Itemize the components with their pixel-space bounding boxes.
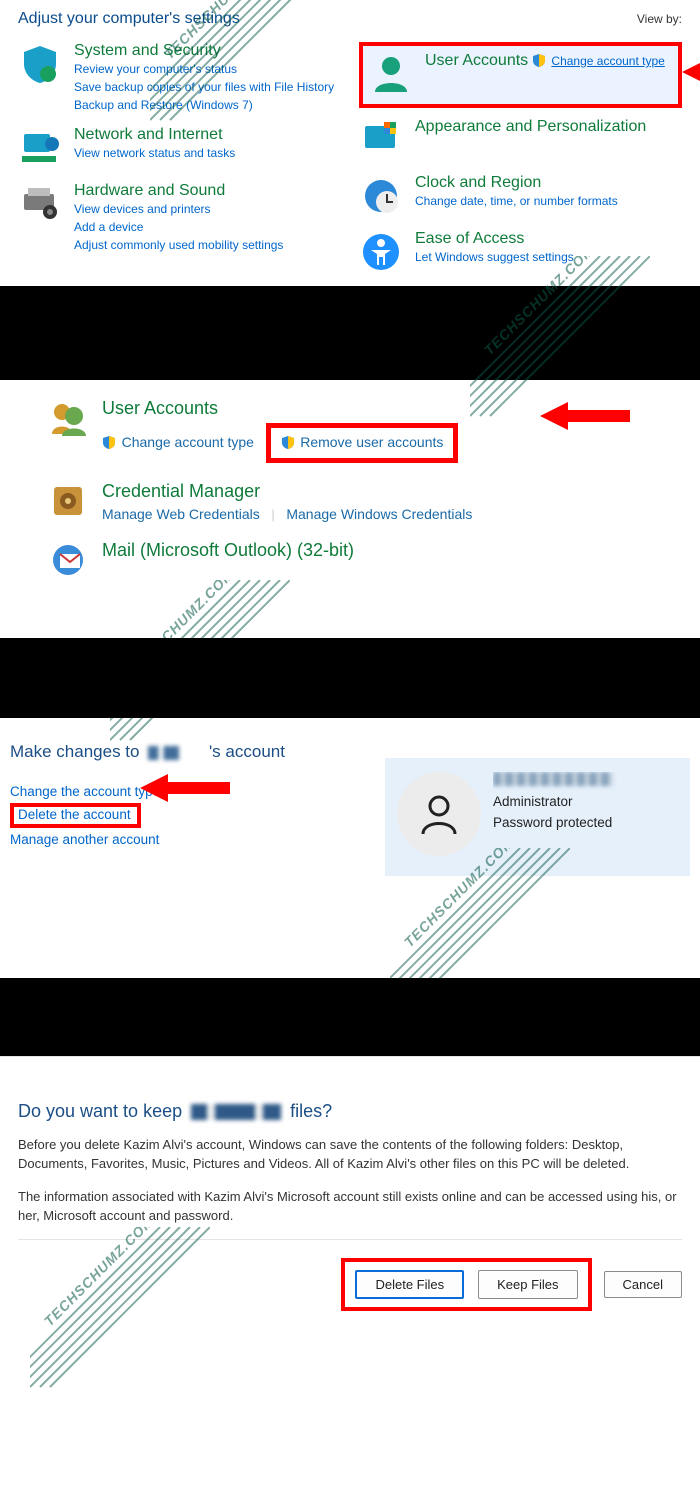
item-user-accounts: User Accounts Change account type Remove… xyxy=(48,398,682,463)
clock-icon xyxy=(359,174,403,218)
heading-prefix: Make changes to xyxy=(10,742,139,761)
mail-icon xyxy=(48,540,88,580)
network-icon xyxy=(18,126,62,170)
uac-shield-icon xyxy=(281,435,295,452)
account-role: Administrator xyxy=(493,794,573,809)
keep-files-button[interactable]: Keep Files xyxy=(478,1270,577,1299)
separator-bar xyxy=(0,286,700,380)
shield-icon xyxy=(18,42,62,86)
category-appearance: Appearance and Personalization xyxy=(359,118,682,162)
category-sublink[interactable]: Add a device xyxy=(74,218,341,236)
heading-prefix: Do you want to keep xyxy=(18,1101,182,1121)
appearance-icon xyxy=(359,118,403,162)
users-icon xyxy=(48,398,88,438)
item-title[interactable]: User Accounts xyxy=(102,398,218,418)
divider: | xyxy=(271,507,274,522)
link-remove-user-accounts[interactable]: Remove user accounts xyxy=(300,434,443,450)
category-title[interactable]: Appearance and Personalization xyxy=(415,118,646,135)
highlight-delete-account: Delete the account xyxy=(10,803,141,828)
heading-suffix: files? xyxy=(290,1101,332,1121)
highlight-remove-user-accounts: Remove user accounts xyxy=(266,423,459,463)
page-heading: Adjust your computer's settings xyxy=(18,10,240,28)
category-sublink[interactable]: Adjust commonly used mobility settings xyxy=(74,236,341,254)
link-change-account-type[interactable]: Change account type xyxy=(122,434,254,450)
category-sublink[interactable]: Let Windows suggest settings xyxy=(415,248,682,266)
category-sublink[interactable]: Change date, time, or number formats xyxy=(415,192,682,210)
category-system-security: System and Security Review your computer… xyxy=(18,42,341,114)
highlight-file-buttons: Delete Files Keep Files xyxy=(341,1258,591,1311)
item-mail: Mail (Microsoft Outlook) (32-bit) xyxy=(48,540,682,580)
item-title[interactable]: Mail (Microsoft Outlook) (32-bit) xyxy=(102,540,354,560)
link-manage-web-credentials[interactable]: Manage Web Credentials xyxy=(102,506,260,522)
keep-files-dialog: Do you want to keep files? Before you de… xyxy=(0,1056,700,1341)
category-title[interactable]: Ease of Access xyxy=(415,230,524,247)
category-title[interactable]: Hardware and Sound xyxy=(74,182,225,199)
delete-files-button[interactable]: Delete Files xyxy=(355,1270,464,1299)
category-sublink[interactable]: Backup and Restore (Windows 7) xyxy=(74,96,341,114)
category-sublink[interactable]: View devices and printers xyxy=(74,200,341,218)
category-sublink[interactable]: Review your computer's status xyxy=(74,60,341,78)
right-column: User Accounts Change account type Appear… xyxy=(359,42,682,286)
category-user-accounts: User Accounts Change account type xyxy=(369,52,672,96)
separator-bar xyxy=(0,978,700,1056)
ease-of-access-icon xyxy=(359,230,403,274)
dialog-paragraph: The information associated with Kazim Al… xyxy=(18,1188,682,1226)
category-title[interactable]: Clock and Region xyxy=(415,174,541,191)
red-arrow-icon xyxy=(540,402,630,430)
red-arrow-icon xyxy=(682,58,700,86)
category-title[interactable]: User Accounts xyxy=(425,52,528,69)
category-clock-region: Clock and Region Change date, time, or n… xyxy=(359,174,682,218)
dialog-heading: Do you want to keep files? xyxy=(18,1101,682,1122)
control-panel-overview: Adjust your computer's settings View by:… xyxy=(0,0,700,286)
view-by-label: View by: xyxy=(637,12,682,26)
category-sublink[interactable]: View network status and tasks xyxy=(74,144,341,162)
category-sublink[interactable]: Save backup copies of your files with Fi… xyxy=(74,78,341,96)
heading-suffix: 's account xyxy=(209,742,285,761)
category-title[interactable]: Network and Internet xyxy=(74,126,223,143)
link-delete-account[interactable]: Delete the account xyxy=(18,803,131,826)
highlight-user-accounts: User Accounts Change account type xyxy=(359,42,682,108)
category-title[interactable]: System and Security xyxy=(74,42,221,59)
safe-icon xyxy=(48,481,88,521)
category-sublink[interactable]: Change account type xyxy=(551,54,664,68)
dialog-buttons: Delete Files Keep Files Cancel xyxy=(18,1239,682,1311)
item-title[interactable]: Credential Manager xyxy=(102,481,260,501)
red-arrow-icon xyxy=(140,774,240,802)
redacted-name xyxy=(148,746,200,760)
left-column: System and Security Review your computer… xyxy=(18,42,341,286)
uac-shield-icon xyxy=(102,435,116,452)
item-credential-manager: Credential Manager Manage Web Credential… xyxy=(48,481,682,522)
manage-account-page: Make changes to 's account Change the ac… xyxy=(0,718,700,978)
category-hardware-sound: Hardware and Sound View devices and prin… xyxy=(18,182,341,254)
cancel-button[interactable]: Cancel xyxy=(604,1271,682,1298)
category-network-internet: Network and Internet View network status… xyxy=(18,126,341,170)
uac-shield-icon xyxy=(532,53,546,70)
avatar-icon xyxy=(397,772,481,856)
category-ease-of-access: Ease of Access Let Windows suggest setti… xyxy=(359,230,682,274)
redacted-name xyxy=(191,1104,281,1120)
separator-bar xyxy=(0,638,700,718)
account-pw-status: Password protected xyxy=(493,815,612,830)
user-accounts-icon xyxy=(369,52,413,96)
account-card: Administrator Password protected xyxy=(385,758,690,876)
dialog-paragraph: Before you delete Kazim Alvi's account, … xyxy=(18,1136,682,1174)
redacted-name xyxy=(493,772,613,786)
user-accounts-page: User Accounts Change account type Remove… xyxy=(0,380,700,638)
link-manage-windows-credentials[interactable]: Manage Windows Credentials xyxy=(286,506,472,522)
printer-icon xyxy=(18,182,62,226)
